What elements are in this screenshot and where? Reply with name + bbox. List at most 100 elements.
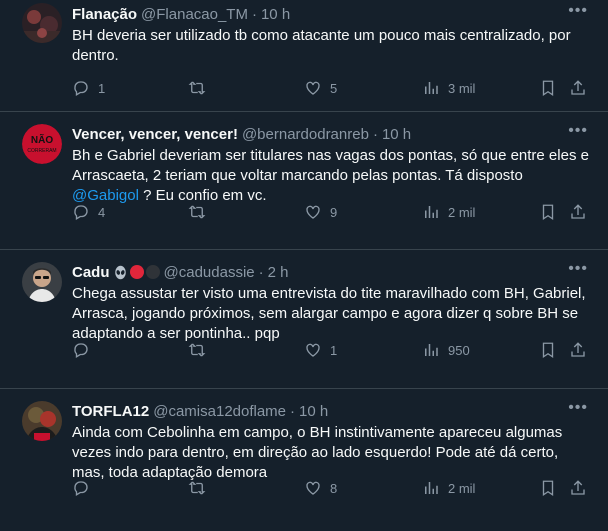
separator-dot: · — [258, 263, 264, 281]
avatar[interactable] — [22, 401, 62, 441]
bookmark-icon — [539, 203, 557, 221]
separator-dot: · — [251, 5, 257, 23]
views-icon — [422, 79, 440, 97]
bookmark-icon — [539, 479, 557, 497]
avatar[interactable] — [22, 262, 62, 302]
black-circle-icon — [145, 265, 160, 279]
reply-icon — [72, 79, 90, 97]
like-count: 5 — [330, 80, 338, 96]
display-name[interactable]: Vencer, vencer, vencer! — [72, 126, 238, 143]
tweet-text: Bh e Gabriel deveriam ser titulares nas … — [72, 146, 592, 206]
avatar[interactable]: NÃO CORRERAM — [22, 124, 62, 164]
bookmark-button[interactable] — [539, 79, 557, 97]
views-button[interactable]: 2 mil — [422, 479, 475, 497]
timestamp[interactable]: 2 h — [268, 264, 289, 281]
views-button[interactable]: 3 mil — [422, 79, 475, 97]
alien-emoji-icon — [113, 265, 128, 280]
display-name[interactable]: Cadu — [72, 264, 110, 281]
svg-text:NÃO: NÃO — [31, 133, 53, 146]
avatar[interactable] — [22, 3, 62, 43]
views-count: 950 — [448, 342, 470, 358]
more-icon[interactable]: ••• — [568, 2, 588, 20]
more-icon[interactable]: ••• — [568, 399, 588, 417]
user-handle[interactable]: @camisa12doflame — [153, 403, 286, 420]
reply-icon — [72, 479, 90, 497]
bookmark-icon — [539, 341, 557, 359]
tweet-text: Chega assustar ter visto uma entrevista … — [72, 285, 586, 342]
views-icon — [422, 479, 440, 497]
like-icon — [304, 203, 322, 221]
retweet-icon — [188, 203, 206, 221]
share-button[interactable] — [569, 203, 587, 221]
share-icon — [569, 341, 587, 359]
more-icon[interactable]: ••• — [568, 122, 588, 140]
views-button[interactable]: 950 — [422, 341, 470, 359]
like-count: 1 — [330, 342, 338, 358]
reply-count: 4 — [98, 204, 106, 220]
bookmark-button[interactable] — [539, 203, 557, 221]
retweet-icon — [188, 341, 206, 359]
share-button[interactable] — [569, 479, 587, 497]
views-icon — [422, 341, 440, 359]
reply-icon — [72, 341, 90, 359]
like-button[interactable]: 9 — [304, 203, 337, 221]
display-name[interactable]: Flanação — [72, 6, 137, 23]
retweet-button[interactable] — [188, 203, 214, 221]
retweet-icon — [188, 79, 206, 97]
tweet-text: Ainda com Cebolinha em campo, o BH insti… — [72, 424, 563, 481]
tweet-header: Vencer, vencer, vencer! @bernardodranreb… — [72, 124, 592, 144]
like-icon — [304, 341, 322, 359]
display-name[interactable]: TORFLA12 — [72, 403, 149, 420]
more-icon[interactable]: ••• — [568, 260, 588, 278]
svg-text:CORRERAM: CORRERAM — [27, 148, 56, 154]
timestamp[interactable]: 10 h — [261, 6, 290, 23]
reply-count: 1 — [98, 80, 106, 96]
tweet-text-part: Bh e Gabriel deveriam ser titulares nas … — [72, 147, 589, 184]
user-handle[interactable]: @Flanacao_TM — [141, 6, 248, 23]
reply-icon — [72, 203, 90, 221]
tweet-header: Flanação @Flanacao_TM · 10 h — [72, 4, 592, 24]
retweet-button[interactable] — [188, 341, 214, 359]
like-icon — [304, 479, 322, 497]
views-count: 3 mil — [448, 80, 476, 96]
share-button[interactable] — [569, 341, 587, 359]
timeline-feed: Flanação @Flanacao_TM · 10 h ••• BH deve… — [0, 0, 608, 531]
tweet-header: TORFLA12 @camisa12doflame · 10 h — [72, 401, 592, 421]
views-button[interactable]: 2 mil — [422, 203, 475, 221]
share-button[interactable] — [569, 79, 587, 97]
bookmark-icon — [539, 79, 557, 97]
reply-button[interactable]: 4 — [72, 203, 105, 221]
tweet-text: BH deveria ser utilizado tb como atacant… — [72, 27, 571, 64]
reply-button[interactable] — [72, 479, 98, 497]
tweet[interactable]: Flanação @Flanacao_TM · 10 h ••• BH deve… — [0, 0, 608, 112]
user-handle[interactable]: @cadudassie — [164, 264, 255, 281]
retweet-button[interactable] — [188, 79, 214, 97]
tweet-actions: 4 9 2 mil — [72, 201, 592, 223]
bookmark-button[interactable] — [539, 479, 557, 497]
like-button[interactable]: 8 — [304, 479, 337, 497]
like-button[interactable]: 5 — [304, 79, 337, 97]
share-icon — [569, 479, 587, 497]
user-handle[interactable]: @bernardodranreb — [242, 126, 369, 143]
bookmark-button[interactable] — [539, 341, 557, 359]
separator-dot: · — [372, 125, 378, 143]
retweet-icon — [188, 479, 206, 497]
reply-button[interactable] — [72, 341, 98, 359]
timestamp[interactable]: 10 h — [299, 403, 328, 420]
tweet-actions: 1 5 3 mil — [72, 77, 592, 99]
views-icon — [422, 203, 440, 221]
retweet-button[interactable] — [188, 479, 214, 497]
tweet[interactable]: Cadu @cadudassie · 2 h ••• Chega assusta… — [0, 250, 608, 389]
separator-dot: · — [290, 402, 296, 420]
timestamp[interactable]: 10 h — [382, 126, 411, 143]
reply-button[interactable]: 1 — [72, 79, 105, 97]
tweet[interactable]: TORFLA12 @camisa12doflame · 10 h ••• Ain… — [0, 389, 608, 531]
views-count: 2 mil — [448, 480, 476, 496]
tweet-actions: 1 950 — [72, 339, 592, 361]
views-count: 2 mil — [448, 204, 476, 220]
tweet[interactable]: NÃO CORRERAM Vencer, vencer, vencer! @ber… — [0, 112, 608, 250]
like-button[interactable]: 1 — [304, 341, 337, 359]
share-icon — [569, 79, 587, 97]
tweet-actions: 8 2 mil — [72, 477, 592, 499]
like-count: 8 — [330, 480, 338, 496]
